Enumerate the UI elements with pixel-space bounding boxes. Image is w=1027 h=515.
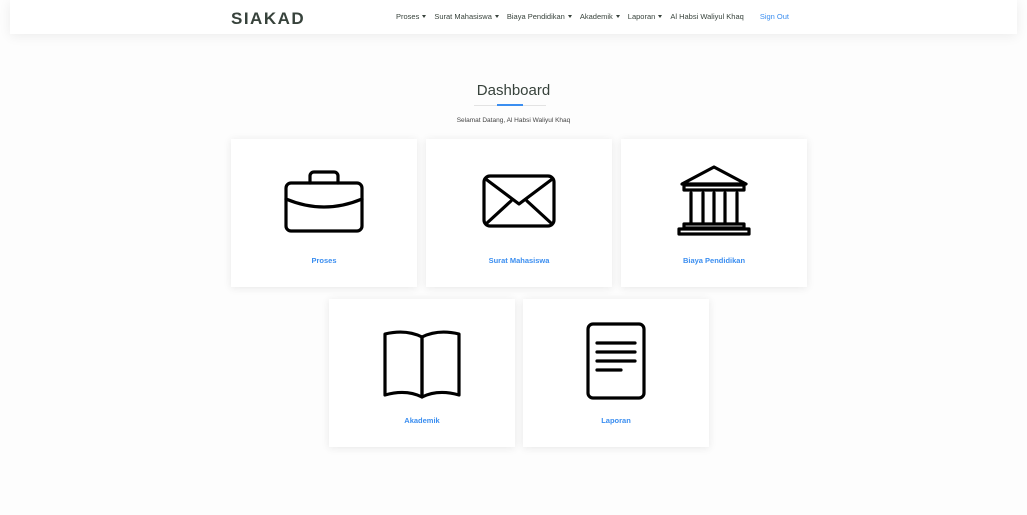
card-surat-mahasiswa[interactable]: Surat Mahasiswa — [426, 139, 612, 287]
card-surat-mahasiswa-label: Surat Mahasiswa — [488, 256, 550, 265]
brand-logo[interactable]: SIAKAD — [231, 9, 305, 29]
card-akademik-label: Akademik — [404, 416, 440, 425]
briefcase-icon — [284, 170, 364, 233]
nav-biaya-pendidikan[interactable]: Biaya Pendidikan — [507, 12, 572, 21]
nav-user-name[interactable]: Al Habsi Waliyul Khaq — [670, 12, 744, 21]
caret-down-icon — [567, 15, 572, 18]
nav-surat-mahasiswa-label: Surat Mahasiswa — [434, 12, 492, 21]
nav-laporan[interactable]: Laporan — [628, 12, 663, 21]
page-title: Dashboard — [476, 82, 551, 99]
card-akademik[interactable]: Akademik — [329, 299, 515, 447]
welcome-message: Selamat Datang, Al Habsi Waliyul Khaq — [456, 117, 571, 124]
nav-akademik[interactable]: Akademik — [580, 12, 620, 21]
card-biaya-pendidikan-label: Biaya Pendidikan — [682, 256, 746, 265]
caret-down-icon — [615, 15, 620, 18]
title-divider-accent — [497, 104, 523, 106]
card-proses[interactable]: Proses — [231, 139, 417, 287]
envelope-icon — [482, 174, 556, 228]
card-laporan-label: Laporan — [601, 416, 631, 425]
sign-out-link[interactable]: Sign Out — [760, 12, 789, 21]
caret-down-icon — [658, 15, 663, 18]
nav-proses[interactable]: Proses — [396, 12, 427, 21]
card-laporan[interactable]: Laporan — [523, 299, 709, 447]
card-proses-label: Proses — [311, 256, 337, 265]
nav-surat-mahasiswa[interactable]: Surat Mahasiswa — [434, 12, 499, 21]
caret-down-icon — [422, 15, 427, 18]
book-icon — [383, 330, 461, 399]
nav-akademik-label: Akademik — [579, 12, 613, 21]
nav-biaya-pendidikan-label: Biaya Pendidikan — [506, 12, 565, 21]
card-biaya-pendidikan[interactable]: Biaya Pendidikan — [621, 139, 807, 287]
top-navbar: SIAKAD Proses Surat Mahasiswa Biaya Pend… — [10, 0, 1017, 34]
bank-icon — [677, 165, 751, 236]
nav-proses-label: Proses — [396, 12, 420, 21]
document-icon — [586, 322, 646, 400]
nav-laporan-label: Laporan — [627, 12, 656, 21]
main-nav: Proses Surat Mahasiswa Biaya Pendidikan … — [396, 12, 789, 21]
caret-down-icon — [494, 15, 499, 18]
